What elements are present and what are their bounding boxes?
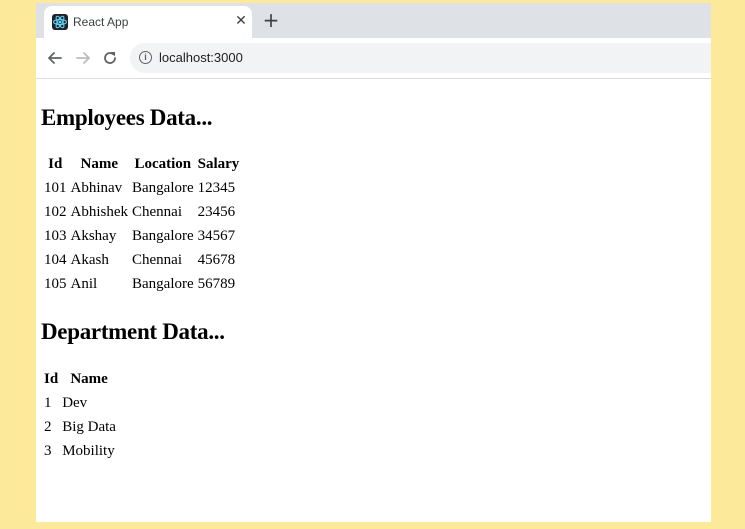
cell-name: Abhishek <box>70 203 129 220</box>
forward-arrow-icon[interactable] <box>73 48 93 68</box>
cell-name: Abhinav <box>70 179 123 196</box>
page-content: Employees Data... Id Name Location Salar… <box>36 79 711 522</box>
column-header-id: Id <box>48 155 63 172</box>
table-row: 101 Abhinav Bangalore 12345 <box>43 177 240 199</box>
tab-strip: React App ✕ + <box>36 3 711 38</box>
cell-id: 101 <box>44 179 67 196</box>
react-atom-icon <box>52 14 68 30</box>
cell-salary: 12345 <box>197 179 236 196</box>
cell-id: 102 <box>44 203 67 220</box>
reload-icon[interactable] <box>100 48 120 68</box>
back-arrow-icon[interactable] <box>45 48 65 68</box>
cell-name: Dev <box>62 394 88 411</box>
new-tab-plus-icon[interactable]: + <box>260 9 282 31</box>
column-header-salary: Salary <box>197 155 240 172</box>
cell-salary: 45678 <box>197 251 236 268</box>
employees-table: Id Name Location Salary 101 Abhinav Bang… <box>41 151 242 297</box>
departments-heading: Department Data... <box>41 319 225 344</box>
table-header-row: Id Name Location Salary <box>43 153 240 175</box>
cell-id: 105 <box>44 275 67 292</box>
browser-tab[interactable]: React App ✕ <box>44 6 252 38</box>
table-header-row: Id Name <box>43 368 117 390</box>
info-icon[interactable]: i <box>139 51 152 64</box>
cell-name: Akshay <box>70 227 117 244</box>
table-row: 2 Big Data <box>43 416 117 438</box>
cell-name: Akash <box>70 251 109 268</box>
table-row: 104 Akash Chennai 45678 <box>43 249 240 271</box>
cell-location: Bangalore <box>132 227 194 244</box>
browser-toolbar: i localhost:3000 <box>36 38 711 79</box>
cell-salary: 56789 <box>197 275 236 292</box>
employees-heading: Employees Data... <box>41 105 213 130</box>
tab-title: React App <box>73 15 129 29</box>
address-url[interactable]: localhost:3000 <box>159 50 243 65</box>
table-row: 1 Dev <box>43 392 117 414</box>
cell-id: 3 <box>44 442 52 459</box>
cell-id: 2 <box>44 418 52 435</box>
table-row: 3 Mobility <box>43 440 117 462</box>
cell-name: Big Data <box>62 418 116 435</box>
cell-salary: 23456 <box>197 203 236 220</box>
cell-id: 104 <box>44 251 67 268</box>
cell-id: 103 <box>44 227 67 244</box>
cell-location: Bangalore <box>132 275 194 292</box>
column-header-id: Id <box>44 370 59 387</box>
table-row: 103 Akshay Bangalore 34567 <box>43 225 240 247</box>
departments-table: Id Name 1 Dev 2 Big Data 3 Mobility <box>41 366 119 464</box>
column-header-name: Name <box>80 155 119 172</box>
column-header-name: Name <box>70 370 108 387</box>
table-row: 105 Anil Bangalore 56789 <box>43 273 240 295</box>
cell-id: 1 <box>44 394 52 411</box>
address-bar[interactable]: i localhost:3000 <box>130 43 711 73</box>
browser-window: React App ✕ + i localhost:3000 Employees… <box>36 3 711 522</box>
cell-location: Bangalore <box>132 179 194 196</box>
cell-name: Anil <box>70 275 98 292</box>
cell-location: Chennai <box>132 203 182 220</box>
close-icon[interactable]: ✕ <box>234 14 248 28</box>
cell-salary: 34567 <box>197 227 236 244</box>
cell-name: Mobility <box>62 442 115 459</box>
column-header-location: Location <box>134 155 192 172</box>
cell-location: Chennai <box>132 251 182 268</box>
table-row: 102 Abhishek Chennai 23456 <box>43 201 240 223</box>
